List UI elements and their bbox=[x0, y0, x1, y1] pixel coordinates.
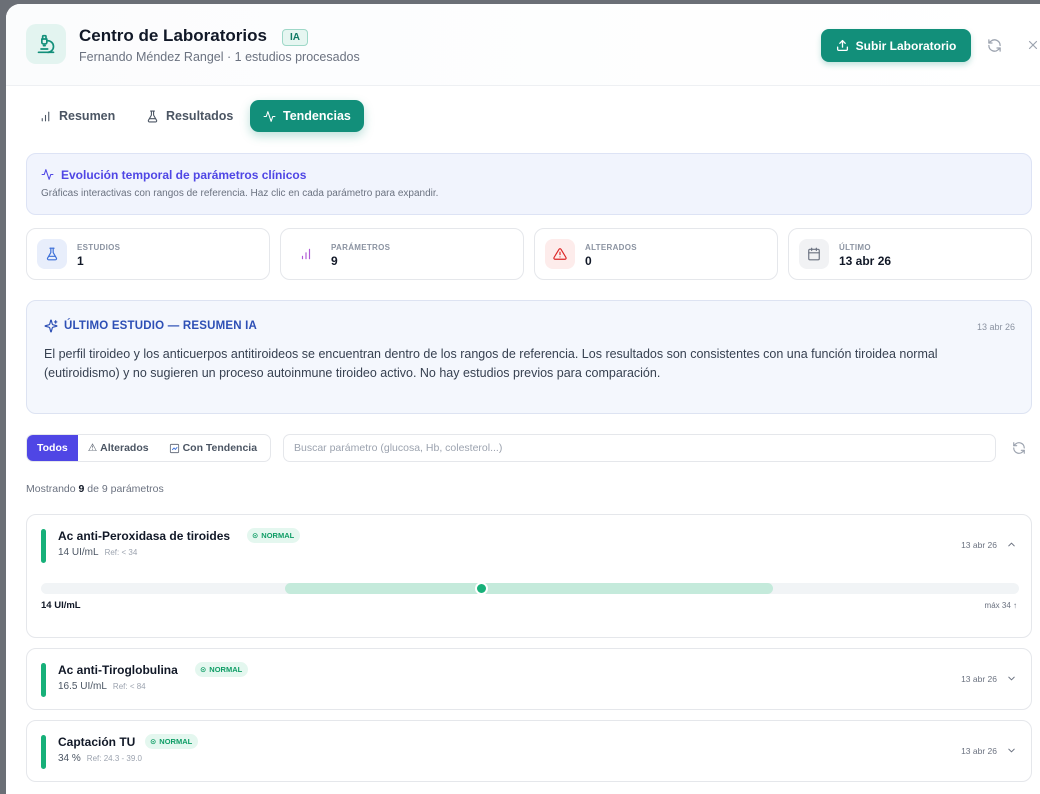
flask-icon bbox=[37, 239, 67, 269]
filter-trend-label: Con Tendencia bbox=[182, 442, 258, 454]
status-indicator bbox=[41, 663, 46, 697]
chevron-down-icon[interactable] bbox=[1006, 745, 1017, 756]
refresh-icon[interactable] bbox=[1012, 441, 1026, 455]
parameter-value-line: 14 UI/mL Ref: < 34 bbox=[58, 547, 137, 558]
activity-icon bbox=[263, 110, 276, 122]
filter-altered-label: Alterados bbox=[100, 442, 149, 454]
ai-summary-card: ÚLTIMO ESTUDIO — RESUMEN IA 13 abr 26 El… bbox=[26, 300, 1032, 414]
flask-icon bbox=[147, 110, 158, 122]
stat-card-last: ÚLTIMO 13 abr 26 bbox=[788, 228, 1032, 280]
parameter-date: 13 abr 26 bbox=[961, 746, 997, 756]
parameter-ref: Ref: < 84 bbox=[112, 682, 146, 691]
parameter-name: Ac anti-Peroxidasa de tiroides bbox=[58, 529, 231, 543]
upload-icon bbox=[836, 39, 848, 52]
stat-label: PARÁMETROS bbox=[331, 243, 391, 252]
stat-value: 1 bbox=[77, 254, 84, 268]
reference-range-band bbox=[285, 583, 773, 594]
summary-text: El perfil tiroideo y los anticuerpos ant… bbox=[44, 347, 938, 380]
stat-label: ESTUDIOS bbox=[77, 243, 121, 252]
filter-all-button[interactable]: Todos bbox=[27, 435, 78, 461]
tab-tendencias[interactable]: Tendencias bbox=[250, 100, 364, 132]
chart-icon bbox=[169, 443, 179, 453]
parameter-value: 16.5 UI/mL bbox=[58, 681, 107, 692]
filter-altered-button[interactable]: ⚠ Alterados bbox=[78, 435, 159, 461]
stat-value: 9 bbox=[331, 254, 338, 268]
tab-label: Resultados bbox=[166, 109, 234, 123]
modal-header: Centro de Laboratorios IA Fernando Ménde… bbox=[6, 4, 1040, 86]
ia-badge: IA bbox=[282, 29, 308, 46]
chevron-up-icon[interactable] bbox=[1006, 539, 1017, 550]
parameter-value-line: 34 % Ref: 24.3 - 39.0 bbox=[58, 753, 142, 764]
status-indicator bbox=[41, 529, 46, 563]
reference-range-track bbox=[41, 582, 1019, 595]
status-label: NORMAL bbox=[159, 737, 193, 746]
upload-lab-button[interactable]: Subir Laboratorio bbox=[821, 29, 971, 62]
warning-icon: ⚠ bbox=[87, 442, 98, 454]
value-marker bbox=[475, 582, 488, 595]
stat-label: ALTERADOS bbox=[585, 243, 637, 252]
status-badge: ⊙ NORMAL bbox=[195, 662, 249, 677]
stat-card-studies: ESTUDIOS 1 bbox=[26, 228, 270, 280]
tab-label: Tendencias bbox=[283, 109, 351, 123]
stat-card-altered: ALTERADOS 0 bbox=[534, 228, 778, 280]
stat-value: 13 abr 26 bbox=[839, 254, 892, 268]
parameter-card[interactable]: Captación TU ⊙ NORMAL 34 % Ref: 24.3 - 39… bbox=[26, 720, 1032, 782]
check-circle-icon: ⊙ bbox=[150, 737, 157, 746]
parameter-date: 13 abr 26 bbox=[961, 540, 997, 550]
parameter-value-line: 16.5 UI/mL Ref: < 84 bbox=[58, 681, 146, 692]
status-label: NORMAL bbox=[209, 665, 243, 674]
parameter-name: Ac anti-Tiroglobulina bbox=[58, 663, 178, 677]
activity-icon bbox=[41, 169, 54, 180]
check-circle-icon: ⊙ bbox=[200, 665, 207, 674]
chevron-down-icon[interactable] bbox=[1006, 673, 1017, 684]
lab-center-modal: Centro de Laboratorios IA Fernando Ménde… bbox=[6, 4, 1040, 794]
parameter-value: 34 % bbox=[58, 753, 81, 764]
stat-card-parameters: PARÁMETROS 9 bbox=[280, 228, 524, 280]
page-title: Centro de Laboratorios bbox=[79, 26, 267, 45]
count-prefix: Mostrando bbox=[26, 483, 76, 495]
banner-description: Gráficas interactivas con rangos de refe… bbox=[41, 188, 439, 199]
close-icon[interactable] bbox=[1025, 37, 1040, 53]
summary-title: ÚLTIMO ESTUDIO — RESUMEN IA bbox=[64, 320, 258, 332]
bar-chart-icon bbox=[291, 239, 321, 269]
filter-segmented-control: Todos ⚠ Alterados Con Tendencia bbox=[26, 434, 271, 462]
status-badge: ⊙ NORMAL bbox=[145, 734, 199, 749]
alert-triangle-icon bbox=[545, 239, 575, 269]
bar-chart-icon bbox=[41, 111, 50, 121]
status-indicator bbox=[41, 735, 46, 769]
banner-title: Evolución temporal de parámetros clínico… bbox=[61, 168, 307, 182]
count-shown: 9 bbox=[78, 483, 85, 495]
parameter-search-input[interactable] bbox=[283, 434, 996, 462]
count-suffix: de 9 parámetros bbox=[87, 483, 164, 495]
status-badge: ⊙ NORMAL bbox=[247, 528, 301, 543]
tab-label: Resumen bbox=[59, 109, 116, 123]
stat-value: 0 bbox=[585, 254, 592, 268]
parameter-name: Captación TU bbox=[58, 735, 136, 749]
parameter-ref: Ref: < 34 bbox=[104, 548, 138, 557]
calendar-icon bbox=[799, 239, 829, 269]
patient-subtitle: Fernando Méndez Rangel · 1 estudios proc… bbox=[79, 50, 360, 64]
parameter-card[interactable]: Ac anti-Peroxidasa de tiroides ⊙ NORMAL … bbox=[26, 514, 1032, 638]
range-value-label: 14 UI/mL bbox=[41, 600, 81, 611]
microscope-icon bbox=[26, 24, 66, 64]
refresh-icon[interactable] bbox=[986, 37, 1002, 53]
summary-date: 13 abr 26 bbox=[976, 322, 1015, 332]
parameter-value: 14 UI/mL bbox=[58, 547, 99, 558]
stat-label: ÚLTIMO bbox=[839, 243, 871, 252]
parameter-card[interactable]: Ac anti-Tiroglobulina ⊙ NORMAL 16.5 UI/m… bbox=[26, 648, 1032, 710]
tab-resumen[interactable]: Resumen bbox=[26, 100, 128, 132]
trends-info-banner: Evolución temporal de parámetros clínico… bbox=[26, 153, 1032, 215]
parameter-ref: Ref: 24.3 - 39.0 bbox=[86, 754, 142, 763]
range-max-label: máx 34 ↑ bbox=[984, 601, 1017, 610]
upload-lab-label: Subir Laboratorio bbox=[855, 38, 957, 53]
parameter-date: 13 abr 26 bbox=[961, 674, 997, 684]
tab-resultados[interactable]: Resultados bbox=[133, 100, 246, 132]
filter-trend-button[interactable]: Con Tendencia bbox=[159, 435, 267, 461]
results-count: Mostrando 9 de 9 parámetros bbox=[26, 483, 164, 495]
check-circle-icon: ⊙ bbox=[252, 531, 259, 540]
status-label: NORMAL bbox=[261, 531, 295, 540]
sparkles-icon bbox=[44, 319, 58, 333]
